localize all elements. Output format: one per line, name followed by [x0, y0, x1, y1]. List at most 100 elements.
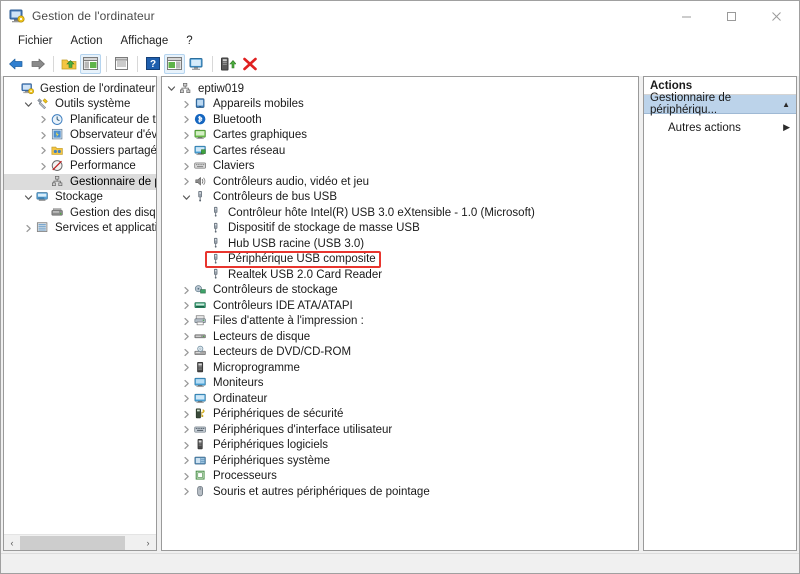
chevron-right-icon[interactable]	[180, 392, 193, 405]
chevron-right-icon[interactable]	[180, 144, 193, 157]
sidebar-item-row-0[interactable]: Gestion de l'ordinateur (local)	[4, 81, 156, 97]
tree-indent-spacer	[37, 175, 50, 188]
device-item-row-0[interactable]: eptiw019	[162, 81, 638, 97]
device-item-row-4[interactable]: Cartes réseau	[162, 143, 638, 159]
ide-controllers-icon	[193, 299, 209, 313]
device-item-row-2[interactable]: Bluetooth	[162, 112, 638, 128]
device-item-row-1[interactable]: Appareils mobiles	[162, 97, 638, 113]
uninstall-device-icon[interactable]	[239, 54, 260, 74]
sidebar-item-row-8[interactable]: Gestion des disques	[4, 205, 156, 221]
chevron-right-icon[interactable]	[180, 284, 193, 297]
chevron-right-icon[interactable]: ▶	[783, 122, 790, 133]
sidebar-item-row-3[interactable]: Observateur d'événement	[4, 128, 156, 144]
actions-item-device-manager[interactable]: Gestionnaire de périphériqu... ▲	[644, 95, 796, 114]
scroll-track[interactable]	[20, 535, 140, 551]
device-item-row-19[interactable]: Moniteurs	[162, 376, 638, 392]
console-tree-horizontal-scrollbar[interactable]: ‹ ›	[4, 534, 156, 550]
device-item-row-8[interactable]: Contrôleur hôte Intel(R) USB 3.0 eXtensi…	[162, 205, 638, 221]
actions-sub-label: Autres actions	[668, 122, 741, 134]
device-item-row-15[interactable]: Files d'attente à l'impression :	[162, 314, 638, 330]
chevron-right-icon[interactable]	[22, 222, 35, 235]
chevron-down-icon[interactable]	[22, 191, 35, 204]
sidebar-item-row-6[interactable]: Gestionnaire de périphé	[4, 174, 156, 190]
help-icon[interactable]: ?	[142, 54, 163, 74]
device-tree[interactable]: eptiw019Appareils mobilesBluetoothCartes…	[162, 77, 638, 500]
show-hide-console-tree-icon[interactable]	[80, 54, 101, 74]
chevron-right-icon[interactable]	[180, 98, 193, 111]
device-item-row-18[interactable]: Microprogramme	[162, 360, 638, 376]
menu-affichage[interactable]: Affichage	[111, 32, 177, 51]
chevron-right-icon[interactable]	[180, 423, 193, 436]
menu-help[interactable]: ?	[177, 32, 201, 51]
minimize-button[interactable]	[664, 1, 709, 31]
chevron-right-icon[interactable]	[37, 144, 50, 157]
sidebar-item-row-4[interactable]: Dossiers partagés	[4, 143, 156, 159]
scroll-thumb[interactable]	[20, 536, 125, 550]
chevron-right-icon[interactable]	[180, 330, 193, 343]
sidebar-item-label: Performance	[70, 159, 136, 173]
menu-action[interactable]: Action	[62, 32, 112, 51]
chevron-right-icon[interactable]	[180, 454, 193, 467]
chevron-right-icon[interactable]	[180, 113, 193, 126]
chevron-right-icon[interactable]	[180, 485, 193, 498]
window-controls	[664, 1, 799, 31]
device-item-row-16[interactable]: Lecteurs de disque	[162, 329, 638, 345]
chevron-right-icon[interactable]	[37, 129, 50, 142]
scroll-right-arrow[interactable]: ›	[140, 535, 156, 551]
actions-item-more-actions[interactable]: Autres actions ▶	[644, 118, 796, 137]
sidebar-item-row-2[interactable]: Planificateur de tâches	[4, 112, 156, 128]
device-item-row-5[interactable]: Claviers	[162, 159, 638, 175]
device-item-row-24[interactable]: Périphériques système	[162, 453, 638, 469]
chevron-right-icon[interactable]	[180, 346, 193, 359]
up-folder-icon[interactable]	[58, 54, 79, 74]
device-item-row-6[interactable]: Contrôleurs audio, vidéo et jeu	[162, 174, 638, 190]
chevron-down-icon[interactable]	[180, 191, 193, 204]
sidebar-item-row-1[interactable]: Outils système	[4, 97, 156, 113]
menu-fichier[interactable]: Fichier	[9, 32, 62, 51]
update-driver-icon[interactable]	[217, 54, 238, 74]
device-item-row-12[interactable]: Realtek USB 2.0 Card Reader	[162, 267, 638, 283]
chevron-right-icon[interactable]	[37, 113, 50, 126]
device-item-row-20[interactable]: Ordinateur	[162, 391, 638, 407]
device-item-row-23[interactable]: Périphériques logiciels	[162, 438, 638, 454]
device-item-row-3[interactable]: Cartes graphiques	[162, 128, 638, 144]
device-item-row-14[interactable]: Contrôleurs IDE ATA/ATAPI	[162, 298, 638, 314]
console-tree[interactable]: Gestion de l'ordinateur (local)Outils sy…	[4, 77, 156, 534]
device-item-row-22[interactable]: Périphériques d'interface utilisateur	[162, 422, 638, 438]
chevron-right-icon[interactable]	[37, 160, 50, 173]
chevron-right-icon[interactable]	[180, 315, 193, 328]
chevron-right-icon[interactable]	[180, 439, 193, 452]
chevron-right-icon[interactable]	[180, 160, 193, 173]
sidebar-item-row-9[interactable]: Services et applications	[4, 221, 156, 237]
chevron-right-icon[interactable]	[180, 377, 193, 390]
scan-hardware-changes-icon[interactable]	[186, 54, 207, 74]
chevron-down-icon[interactable]	[22, 98, 35, 111]
tree-indent-spacer	[195, 237, 208, 250]
device-item-row-9[interactable]: Dispositif de stockage de masse USB	[162, 221, 638, 237]
sidebar-item-row-7[interactable]: Stockage	[4, 190, 156, 206]
chevron-right-icon[interactable]	[180, 299, 193, 312]
device-item-row-11[interactable]: Périphérique USB composite	[162, 252, 638, 268]
sidebar-item-row-5[interactable]: Performance	[4, 159, 156, 175]
chevron-right-icon[interactable]	[180, 175, 193, 188]
device-item-row-10[interactable]: Hub USB racine (USB 3.0)	[162, 236, 638, 252]
show-hide-action-pane-icon[interactable]	[164, 54, 185, 74]
device-item-row-7[interactable]: Contrôleurs de bus USB	[162, 190, 638, 206]
chevron-down-icon[interactable]	[165, 82, 178, 95]
device-item-row-26[interactable]: Souris et autres périphériques de pointa…	[162, 484, 638, 500]
chevron-right-icon[interactable]	[180, 129, 193, 142]
chevron-right-icon[interactable]	[180, 470, 193, 483]
scroll-left-arrow[interactable]: ‹	[4, 535, 20, 551]
close-button[interactable]	[754, 1, 799, 31]
chevron-up-icon[interactable]: ▲	[782, 100, 790, 109]
device-item-row-13[interactable]: Contrôleurs de stockage	[162, 283, 638, 299]
back-icon[interactable]	[5, 54, 26, 74]
chevron-right-icon[interactable]	[180, 408, 193, 421]
maximize-button[interactable]	[709, 1, 754, 31]
chevron-right-icon[interactable]	[180, 361, 193, 374]
device-item-row-17[interactable]: Lecteurs de DVD/CD-ROM	[162, 345, 638, 361]
forward-icon[interactable]	[27, 54, 48, 74]
device-item-row-21[interactable]: Périphériques de sécurité	[162, 407, 638, 423]
device-item-row-25[interactable]: Processeurs	[162, 469, 638, 485]
properties-icon[interactable]	[111, 54, 132, 74]
